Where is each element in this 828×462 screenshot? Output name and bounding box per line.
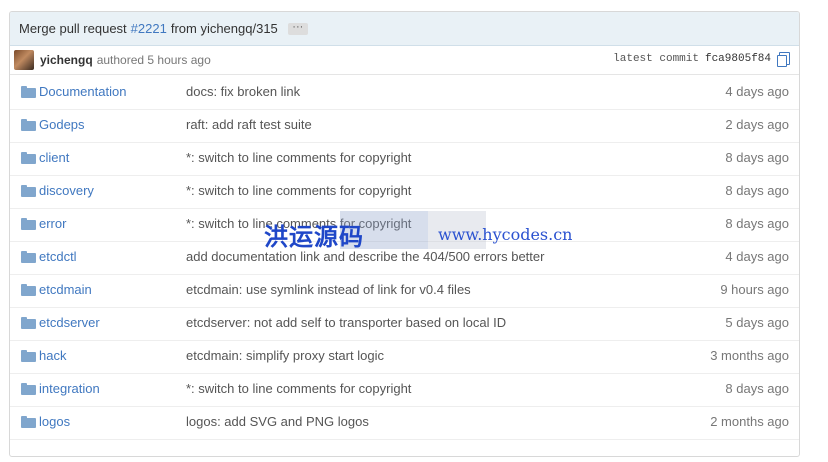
authored-time: authored 5 hours ago xyxy=(96,53,211,67)
latest-commit-info: latest commit fca9805f84 xyxy=(613,52,790,67)
commit-message-link[interactable]: etcdmain: simplify proxy start logic xyxy=(186,348,384,363)
commit-age: 2 days ago xyxy=(725,117,789,132)
folder-icon xyxy=(21,350,36,362)
file-row: Documentation docs: fix broken link 4 days… xyxy=(10,76,799,110)
commit-age: 9 hours ago xyxy=(720,282,789,297)
file-name-link[interactable]: Documentation xyxy=(39,84,126,99)
folder-icon xyxy=(21,152,36,164)
commit-age: 8 days ago xyxy=(725,381,789,396)
file-name-link[interactable]: logos xyxy=(39,414,70,429)
commit-age: 4 days ago xyxy=(725,249,789,264)
commit-message-link[interactable]: *: switch to line comments for copyright xyxy=(186,183,411,198)
file-row: Godeps raft: add raft test suite 2 days ag… xyxy=(10,109,799,143)
file-name-link[interactable]: etcdmain xyxy=(39,282,92,297)
commit-sha-link[interactable]: fca9805f84 xyxy=(705,53,771,65)
file-row: client *: switch to line comments for cop… xyxy=(10,142,799,176)
commit-title-bar: Merge pull request #2221 from yichengq/3… xyxy=(10,12,799,46)
file-row: etcdserver etcdserver: not add self to tr… xyxy=(10,307,799,341)
folder-icon xyxy=(21,185,36,197)
file-row: etcdmain etcdmain: use symlink instead of… xyxy=(10,274,799,308)
folder-icon xyxy=(21,284,36,296)
file-name-link[interactable]: client xyxy=(39,150,69,165)
commit-message-link[interactable]: raft: add raft test suite xyxy=(186,117,312,132)
commit-age: 5 days ago xyxy=(725,315,789,330)
clipboard-icon[interactable] xyxy=(777,52,790,67)
commit-meta-bar: yichengq authored 5 hours ago latest com… xyxy=(10,46,799,75)
commit-age: 8 days ago xyxy=(725,150,789,165)
folder-icon xyxy=(21,416,36,428)
commit-age: 8 days ago xyxy=(725,183,789,198)
file-name-link[interactable]: hack xyxy=(39,348,66,363)
commit-message-link[interactable]: etcdmain: use symlink instead of link fo… xyxy=(186,282,471,297)
commit-age: 3 months ago xyxy=(710,348,789,363)
watermark: 洪运源码 www.hycodes.cn xyxy=(258,211,576,251)
folder-icon xyxy=(21,317,36,329)
commit-age: 4 days ago xyxy=(725,84,789,99)
file-name-link[interactable]: integration xyxy=(39,381,100,396)
commit-title-suffix: from yichengq/315 xyxy=(170,21,278,36)
commit-message-link[interactable]: add documentation link and describe the … xyxy=(186,249,544,264)
avatar[interactable] xyxy=(14,50,34,70)
watermark-url-text: www.hycodes.cn xyxy=(438,225,573,244)
latest-commit-label: latest commit xyxy=(613,53,699,65)
commit-title-prefix: Merge pull request xyxy=(19,21,127,36)
folder-icon xyxy=(21,218,36,230)
pull-request-link[interactable]: #2221 xyxy=(131,21,167,36)
file-row: integration *: switch to line comments fo… xyxy=(10,373,799,407)
expand-commit-button[interactable]: ··· xyxy=(287,21,308,35)
folder-icon xyxy=(21,119,36,131)
commit-message-link[interactable]: *: switch to line comments for copyright xyxy=(186,381,411,396)
file-row: hack etcdmain: simplify proxy start logic… xyxy=(10,340,799,374)
file-name-link[interactable]: etcdserver xyxy=(39,315,100,330)
author-link[interactable]: yichengq xyxy=(40,53,93,67)
commit-message-link[interactable]: *: switch to line comments for copyright xyxy=(186,150,411,165)
folder-icon xyxy=(21,383,36,395)
commit-message-link[interactable]: docs: fix broken link xyxy=(186,84,300,99)
commit-age: 8 days ago xyxy=(725,216,789,231)
commit-message-link[interactable]: etcdserver: not add self to transporter … xyxy=(186,315,506,330)
folder-icon xyxy=(21,86,36,98)
file-row: logos logos: add SVG and PNG logos 2 month… xyxy=(10,406,799,440)
folder-icon xyxy=(21,251,36,263)
file-name-link[interactable]: etcdctl xyxy=(39,249,77,264)
file-name-link[interactable]: error xyxy=(39,216,66,231)
file-name-link[interactable]: Godeps xyxy=(39,117,85,132)
file-row: discovery *: switch to line comments for … xyxy=(10,175,799,209)
file-name-link[interactable]: discovery xyxy=(39,183,94,198)
commit-age: 2 months ago xyxy=(710,414,789,429)
watermark-chinese-text: 洪运源码 xyxy=(264,222,364,251)
commit-message-link[interactable]: logos: add SVG and PNG logos xyxy=(186,414,369,429)
